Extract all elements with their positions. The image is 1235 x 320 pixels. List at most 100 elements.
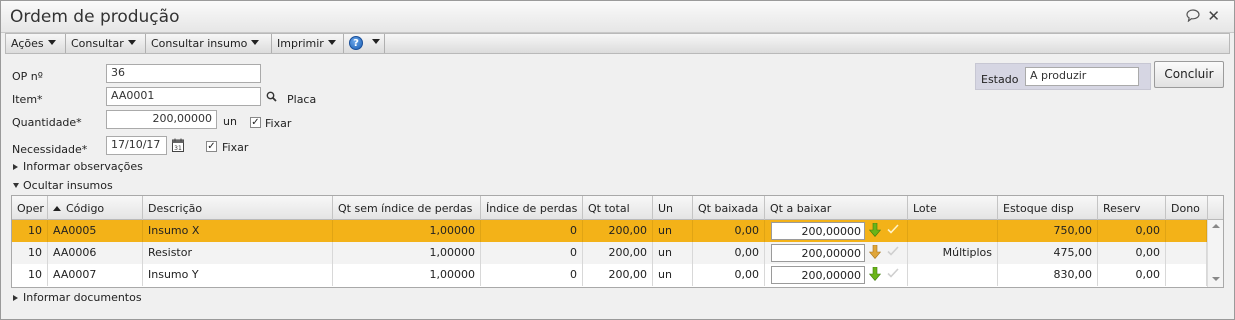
production-order-window: Ordem de produção ✕ Ações Consultar Cons… [0, 0, 1235, 320]
op-number-field[interactable]: 36 [106, 64, 261, 83]
chevron-down-icon [327, 40, 336, 45]
download-arrow-icon[interactable] [868, 222, 882, 240]
qt-a-baixar-input[interactable]: 200,00000 [771, 222, 865, 240]
cell-oper: 10 [12, 264, 48, 286]
download-arrow-icon[interactable] [868, 266, 882, 284]
search-icon[interactable] [266, 91, 277, 105]
col-estoque-disp[interactable]: Estoque disp [998, 196, 1098, 220]
item-description: Placa [287, 93, 317, 106]
cell-reserv: 0,00 [1098, 220, 1166, 242]
quantidade-label: Quantidade* [12, 116, 82, 129]
cell-lote [908, 264, 998, 286]
informar-observacoes-toggle[interactable]: Informar observações [13, 160, 143, 173]
window-title: Ordem de produção [10, 7, 180, 27]
quantidade-unit: un [223, 115, 237, 128]
col-codigo-label: Código [66, 202, 105, 215]
cell-oper: 10 [12, 220, 48, 242]
cell-qt-baixada: 0,00 [693, 264, 765, 286]
col-descricao[interactable]: Descrição [143, 196, 333, 220]
cell-lote: Múltiplos [908, 242, 998, 264]
cell-reserv: 0,00 [1098, 264, 1166, 286]
cell-indice-perdas: 0 [481, 242, 583, 264]
scroll-down-icon[interactable] [1212, 277, 1220, 281]
cell-lote [908, 220, 998, 242]
estado-panel: Estado A produzir [975, 63, 1151, 90]
imprimir-label: Imprimir [277, 37, 324, 50]
calendar-icon[interactable]: 31 [172, 138, 184, 155]
cell-qt-sem-indice: 1,00000 [333, 242, 481, 264]
cell-estoque-disp: 830,00 [998, 264, 1098, 286]
cell-qt-a-baixar: 200,00000 [765, 242, 908, 264]
cell-un: un [653, 264, 693, 286]
col-reserv[interactable]: Reserv [1098, 196, 1166, 220]
grid-scrollbar[interactable] [1207, 220, 1223, 287]
scroll-up-icon[interactable] [1212, 224, 1220, 228]
toolbar: Ações Consultar Consultar insumo Imprimi… [5, 33, 1230, 54]
informar-documentos-toggle[interactable]: Informar documentos [13, 291, 142, 304]
imprimir-menu[interactable]: Imprimir [272, 34, 344, 53]
chevron-down-icon [251, 40, 260, 45]
col-oper[interactable]: Oper [12, 196, 48, 220]
col-indice-perdas[interactable]: Índice de perdas [481, 196, 583, 220]
check-icon[interactable] [887, 245, 899, 260]
cell-qt-total: 200,00 [583, 242, 653, 264]
cell-indice-perdas: 0 [481, 220, 583, 242]
col-qt-total[interactable]: Qt total [583, 196, 653, 220]
table-row[interactable]: 10 AA0007 Insumo Y 1,00000 0 200,00 un 0… [12, 264, 1207, 286]
consultar-menu[interactable]: Consultar [66, 34, 146, 53]
caret-right-icon [13, 295, 18, 301]
cell-codigo: AA0005 [48, 220, 143, 242]
title-bar: Ordem de produção ✕ [1, 1, 1234, 33]
estado-label: Estado [981, 73, 1019, 86]
col-dono[interactable]: Dono [1166, 196, 1208, 220]
check-icon[interactable] [887, 267, 899, 282]
quantidade-field[interactable]: 200,00000 [106, 110, 217, 129]
estado-field[interactable]: A produzir [1025, 67, 1139, 86]
informar-observacoes-label: Informar observações [23, 160, 143, 173]
necessidade-date-field[interactable]: 17/10/17 [106, 136, 167, 155]
cell-estoque-disp: 750,00 [998, 220, 1098, 242]
consultar-insumo-menu[interactable]: Consultar insumo [146, 34, 272, 53]
cell-qt-total: 200,00 [583, 264, 653, 286]
help-menu[interactable]: ? [344, 34, 385, 53]
qt-a-baixar-input[interactable]: 200,00000 [771, 244, 865, 262]
fixar-necessidade-label: Fixar [222, 141, 249, 154]
col-qt-a-baixar[interactable]: Qt a baixar [765, 196, 908, 220]
cell-dono [1166, 264, 1207, 286]
chevron-down-icon [47, 40, 56, 45]
cell-qt-baixada: 0,00 [693, 220, 765, 242]
informar-documentos-label: Informar documentos [23, 291, 142, 304]
close-icon[interactable]: ✕ [1207, 7, 1220, 25]
item-label: Item* [12, 93, 43, 106]
col-lote[interactable]: Lote [908, 196, 998, 220]
cell-codigo: AA0007 [48, 264, 143, 286]
sort-ascending-icon [53, 206, 61, 211]
fixar-necessidade-checkbox[interactable]: ✓ [206, 141, 217, 152]
col-qt-baixada[interactable]: Qt baixada [693, 196, 765, 220]
comment-icon[interactable] [1186, 9, 1200, 25]
concluir-button[interactable]: Concluir [1154, 61, 1224, 88]
cell-un: un [653, 220, 693, 242]
check-icon[interactable] [887, 223, 899, 238]
ocultar-insumos-label: Ocultar insumos [23, 179, 113, 192]
acoes-menu[interactable]: Ações [6, 34, 66, 53]
col-un[interactable]: Un [653, 196, 693, 220]
qt-a-baixar-input[interactable]: 200,00000 [771, 266, 865, 284]
necessidade-label: Necessidade* [12, 143, 88, 156]
table-row[interactable]: 10 AA0006 Resistor 1,00000 0 200,00 un 0… [12, 242, 1207, 264]
ocultar-insumos-toggle[interactable]: Ocultar insumos [13, 179, 113, 192]
table-row[interactable]: 10 AA0005 Insumo X 1,00000 0 200,00 un 0… [12, 220, 1207, 242]
chevron-down-icon [372, 39, 380, 44]
op-label: OP nº [12, 70, 43, 83]
cell-descricao: Insumo X [143, 220, 333, 242]
col-qt-sem-indice[interactable]: Qt sem índice de perdas [333, 196, 481, 220]
download-arrow-icon[interactable] [868, 244, 882, 262]
cell-dono [1166, 220, 1207, 242]
fixar-quantidade-checkbox[interactable]: ✓ [250, 117, 261, 128]
cell-qt-a-baixar: 200,00000 [765, 220, 908, 242]
caret-down-icon [13, 183, 19, 188]
cell-qt-total: 200,00 [583, 220, 653, 242]
cell-qt-sem-indice: 1,00000 [333, 220, 481, 242]
item-field[interactable]: AA0001 [106, 87, 261, 106]
col-codigo[interactable]: Código [48, 196, 143, 220]
